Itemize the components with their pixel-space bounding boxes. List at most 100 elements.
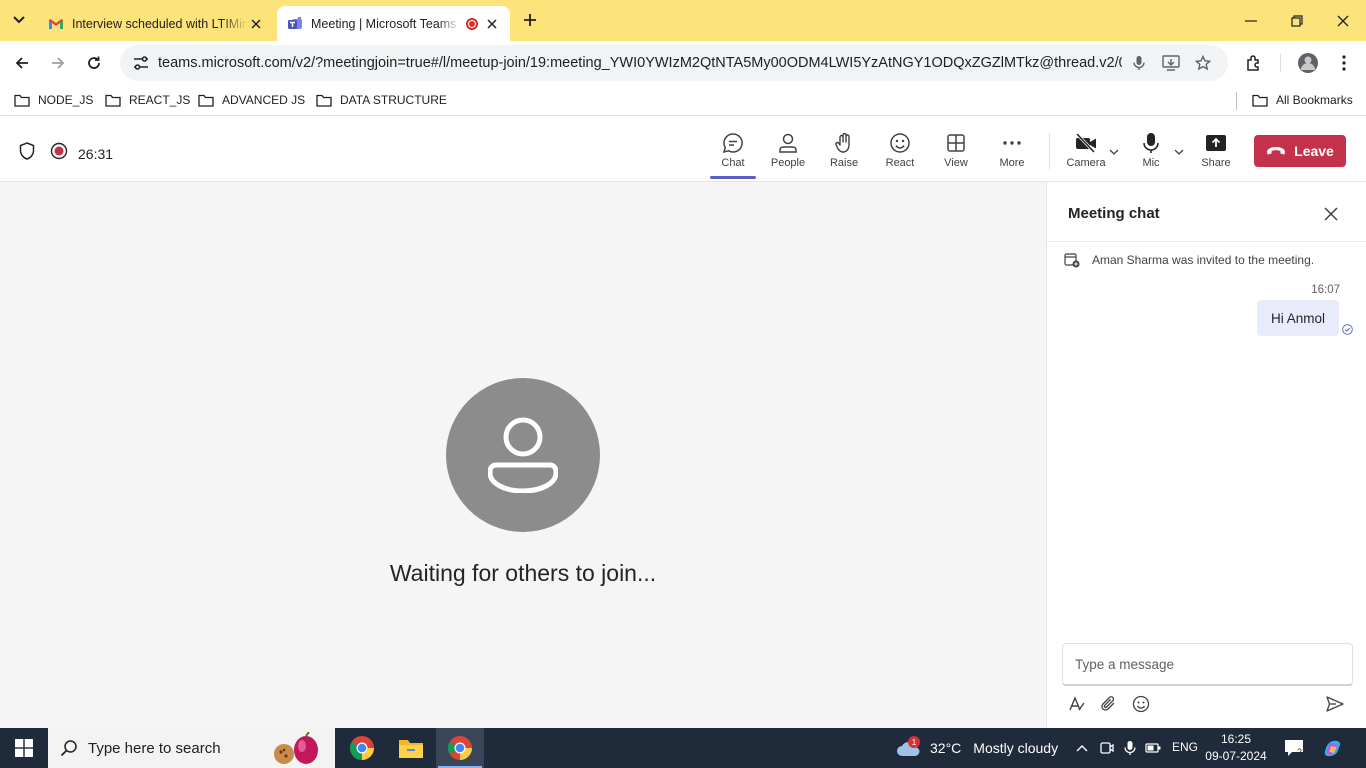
emoji-icon[interactable] (1131, 694, 1151, 714)
bookmark-label: REACT_JS (129, 93, 191, 107)
tab-close-icon[interactable] (484, 16, 500, 32)
browser-menu-icon[interactable] (1330, 49, 1358, 77)
taskbar-search-box[interactable]: Type here to search (48, 728, 335, 768)
meeting-timer: 26:31 (78, 145, 114, 162)
smiley-icon (889, 131, 911, 155)
bookmark-star-icon[interactable] (1193, 53, 1213, 73)
meeting-info: 26:31 (18, 141, 113, 166)
weather-widget[interactable]: 32°C Mostly cloudy (896, 728, 1058, 768)
meeting-stage: Waiting for others to join... (0, 182, 1046, 728)
extensions-icon[interactable] (1240, 49, 1268, 77)
meet-now-icon[interactable] (1097, 738, 1117, 758)
mic-button[interactable]: Mic (1126, 131, 1176, 175)
site-info-icon[interactable] (124, 56, 158, 70)
raise-hand-button[interactable]: Raise (819, 131, 869, 175)
share-button[interactable]: Share (1191, 131, 1241, 175)
address-bar[interactable]: teams.microsoft.com/v2/?meetingjoin=true… (120, 45, 1228, 81)
shield-icon[interactable] (18, 141, 36, 166)
new-tab-button[interactable] (518, 8, 542, 32)
mic-options-chevron-icon[interactable] (1172, 145, 1186, 159)
clock-time: 16:25 (1220, 732, 1252, 746)
share-screen-icon (1205, 131, 1227, 155)
chat-icon (722, 131, 744, 155)
windows-taskbar: Type here to search 32°C Mostly cloudy 1… (0, 728, 1366, 768)
react-label: React (885, 157, 915, 169)
leave-button[interactable]: Leave (1254, 135, 1346, 167)
mic-label: Mic (1142, 157, 1160, 169)
format-text-icon[interactable] (1067, 694, 1087, 714)
bookmark-react-js[interactable]: REACT_JS (105, 91, 190, 109)
chat-button[interactable]: Chat (708, 131, 758, 175)
all-bookmarks-button[interactable]: All Bookmarks (1252, 91, 1353, 109)
close-window-button[interactable] (1320, 0, 1366, 41)
back-button[interactable] (8, 49, 36, 77)
bookmark-node-js[interactable]: NODE_JS (14, 91, 93, 109)
microphone-in-use-icon[interactable] (1120, 738, 1140, 758)
hang-up-icon (1267, 147, 1286, 155)
tab-title: Interview scheduled with LTIMindtree (72, 16, 248, 31)
show-hidden-icons-chevron-icon[interactable] (1072, 738, 1092, 758)
bookmark-label: NODE_JS (38, 93, 94, 107)
chat-message-text: Hi Anmol (1270, 310, 1326, 326)
taskbar-chrome-app[interactable] (338, 728, 386, 768)
tab-close-icon[interactable] (248, 16, 264, 32)
people-button[interactable]: People (763, 131, 813, 175)
minimize-button[interactable] (1228, 0, 1274, 41)
calendar-add-icon (1064, 253, 1080, 268)
input-language[interactable]: ENG (1172, 740, 1198, 754)
close-icon[interactable] (1321, 204, 1341, 224)
tab-search-button[interactable] (6, 8, 32, 32)
reload-button[interactable] (80, 49, 108, 77)
bookmarks-divider (1236, 92, 1237, 110)
attach-file-icon[interactable] (1099, 694, 1119, 714)
bookmarks-bar: NODE_JS REACT_JS ADVANCED JS DATA STRUCT… (0, 85, 1366, 116)
url-text: teams.microsoft.com/v2/?meetingjoin=true… (158, 55, 1122, 71)
browser-tab-strip: Interview scheduled with LTIMindtree Mee… (0, 0, 1366, 41)
bookmark-label: DATA STRUCTURE (340, 93, 447, 107)
forward-button[interactable] (44, 49, 72, 77)
view-button[interactable]: View (931, 131, 981, 175)
search-icon (60, 740, 77, 757)
notifications-icon[interactable]: 2 (1284, 738, 1304, 758)
camera-button[interactable]: Camera (1061, 131, 1111, 175)
tab-teams-meeting[interactable]: Meeting | Microsoft Teams (277, 6, 510, 41)
message-input[interactable] (1063, 644, 1352, 684)
camera-options-chevron-icon[interactable] (1107, 145, 1121, 159)
folder-icon (105, 94, 121, 107)
weather-temperature: 32°C (930, 740, 962, 756)
bookmark-advanced-js[interactable]: ADVANCED JS (198, 91, 305, 109)
taskbar-clock[interactable]: 16:25 09-07-2024 (1204, 731, 1268, 765)
taskbar-file-explorer-app[interactable] (387, 728, 435, 768)
tab-gmail[interactable]: Interview scheduled with LTIMindtree (38, 6, 274, 41)
send-icon[interactable] (1325, 694, 1345, 714)
camera-off-icon (1074, 131, 1098, 155)
microphone-icon[interactable] (1129, 53, 1149, 73)
more-button[interactable]: More (987, 131, 1037, 175)
taskbar-chrome-active-app[interactable] (436, 728, 484, 768)
browser-toolbar: teams.microsoft.com/v2/?meetingjoin=true… (0, 41, 1366, 85)
chat-message-bubble[interactable]: Hi Anmol (1257, 300, 1339, 336)
message-compose-box[interactable] (1062, 643, 1353, 686)
start-button[interactable] (0, 728, 48, 768)
url-path: /v2/?meetingjoin=true#/l/meetup-join/19:… (291, 55, 1122, 71)
clock-date: 09-07-2024 (1205, 749, 1267, 763)
bookmark-data-structure[interactable]: DATA STRUCTURE (316, 91, 447, 109)
profile-avatar[interactable] (1294, 49, 1322, 77)
grid-view-icon (945, 131, 967, 155)
react-button[interactable]: React (875, 131, 925, 175)
copilot-icon[interactable] (1322, 738, 1342, 758)
notification-count: 2 (1297, 747, 1302, 757)
share-label: Share (1201, 157, 1231, 169)
install-app-icon[interactable] (1161, 53, 1181, 73)
chrome-icon (448, 736, 472, 760)
restore-button[interactable] (1274, 0, 1320, 41)
camera-label: Camera (1066, 157, 1106, 169)
more-options-icon (1002, 131, 1022, 155)
person-icon (488, 417, 558, 493)
folder-icon (1252, 94, 1268, 107)
all-bookmarks-label: All Bookmarks (1276, 93, 1353, 107)
hand-icon (833, 131, 855, 155)
chat-panel-title: Meeting chat (1068, 205, 1160, 222)
network-battery-icon[interactable] (1144, 738, 1164, 758)
message-timestamp: 16:07 (1311, 284, 1340, 296)
